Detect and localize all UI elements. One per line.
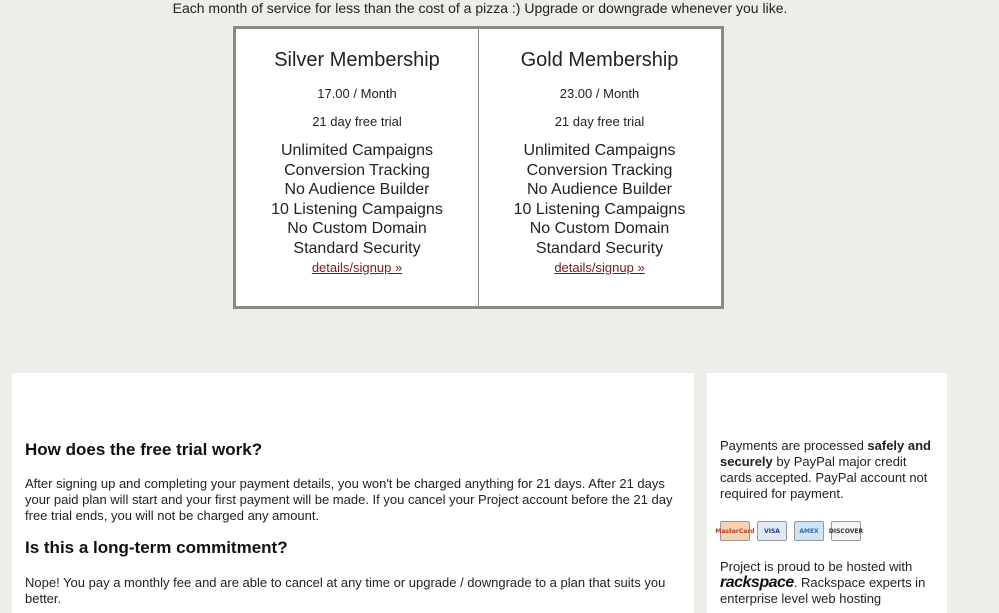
pricing-table: Silver Membership 17.00 / Month 21 day f…	[233, 26, 724, 309]
visa-icon: VISA	[757, 521, 787, 541]
feature-item: 10 Listening Campaigns	[271, 200, 443, 218]
faq-question: Is this a long-term commitment?	[25, 538, 288, 557]
plan-price-value: 23.00	[559, 86, 593, 101]
plan-name: Silver Membership	[274, 49, 440, 71]
card-logos: MasterCard VISA AMEX DISCOVER	[715, 521, 863, 541]
plan-features: Unlimited Campaigns Conversion Tracking …	[479, 141, 720, 259]
payment-info: Payments are processed safely and secure…	[720, 438, 940, 502]
plan-silver: Silver Membership 17.00 / Month 21 day f…	[236, 29, 478, 306]
plan-price-period: / Month	[353, 86, 397, 101]
feature-item: No Custom Domain	[529, 220, 670, 238]
payment-sidebar: Payments are processed safely and secure…	[707, 373, 947, 613]
plan-features: Unlimited Campaigns Conversion Tracking …	[236, 141, 478, 259]
faq-panel: How does the free trial work? After sign…	[12, 373, 694, 613]
plan-gold: Gold Membership 23.00 / Month 21 day fre…	[478, 29, 720, 306]
plan-trial: 21 day free trial	[554, 114, 645, 129]
feature-item: Unlimited Campaigns	[523, 142, 676, 159]
feature-item: Unlimited Campaigns	[280, 142, 434, 159]
feature-item: Conversion Tracking	[526, 161, 673, 179]
rackspace-logo: rackspace	[720, 574, 794, 591]
faq-answer: After signing up and completing your pay…	[25, 476, 673, 523]
feature-item: 10 Listening Campaigns	[513, 200, 686, 218]
plan-price-period: / Month	[595, 86, 640, 101]
feature-item: No Custom Domain	[287, 220, 427, 238]
feature-item: No Audience Builder	[284, 181, 430, 199]
tagline: Each month of service for less than the …	[172, 0, 788, 16]
mastercard-icon: MasterCard	[715, 521, 755, 541]
plan-price-value: 17.00	[317, 86, 350, 101]
feature-item: Standard Security	[293, 239, 421, 257]
plan-trial: 21 day free trial	[312, 114, 402, 129]
plan-name: Gold Membership	[520, 49, 679, 71]
feature-item: Conversion Tracking	[284, 161, 430, 179]
plan-price: 23.00 / Month	[479, 86, 720, 101]
faq-answer: Nope! You pay a monthly fee and are able…	[25, 575, 666, 606]
payment-info-text: Payments are processed	[720, 438, 868, 453]
feature-item: No Audience Builder	[527, 181, 672, 199]
discover-icon: DISCOVER	[829, 521, 863, 541]
plan-price: 17.00 / Month	[236, 86, 478, 101]
feature-item: Standard Security	[535, 239, 664, 257]
hosting-info-text: Project is proud to be hosted with	[720, 559, 913, 574]
gold-signup-link[interactable]: details/signup »	[554, 260, 644, 275]
faq-question: How does the free trial work?	[25, 440, 263, 459]
amex-icon: AMEX	[794, 521, 824, 541]
silver-signup-link[interactable]: details/signup »	[312, 260, 402, 275]
